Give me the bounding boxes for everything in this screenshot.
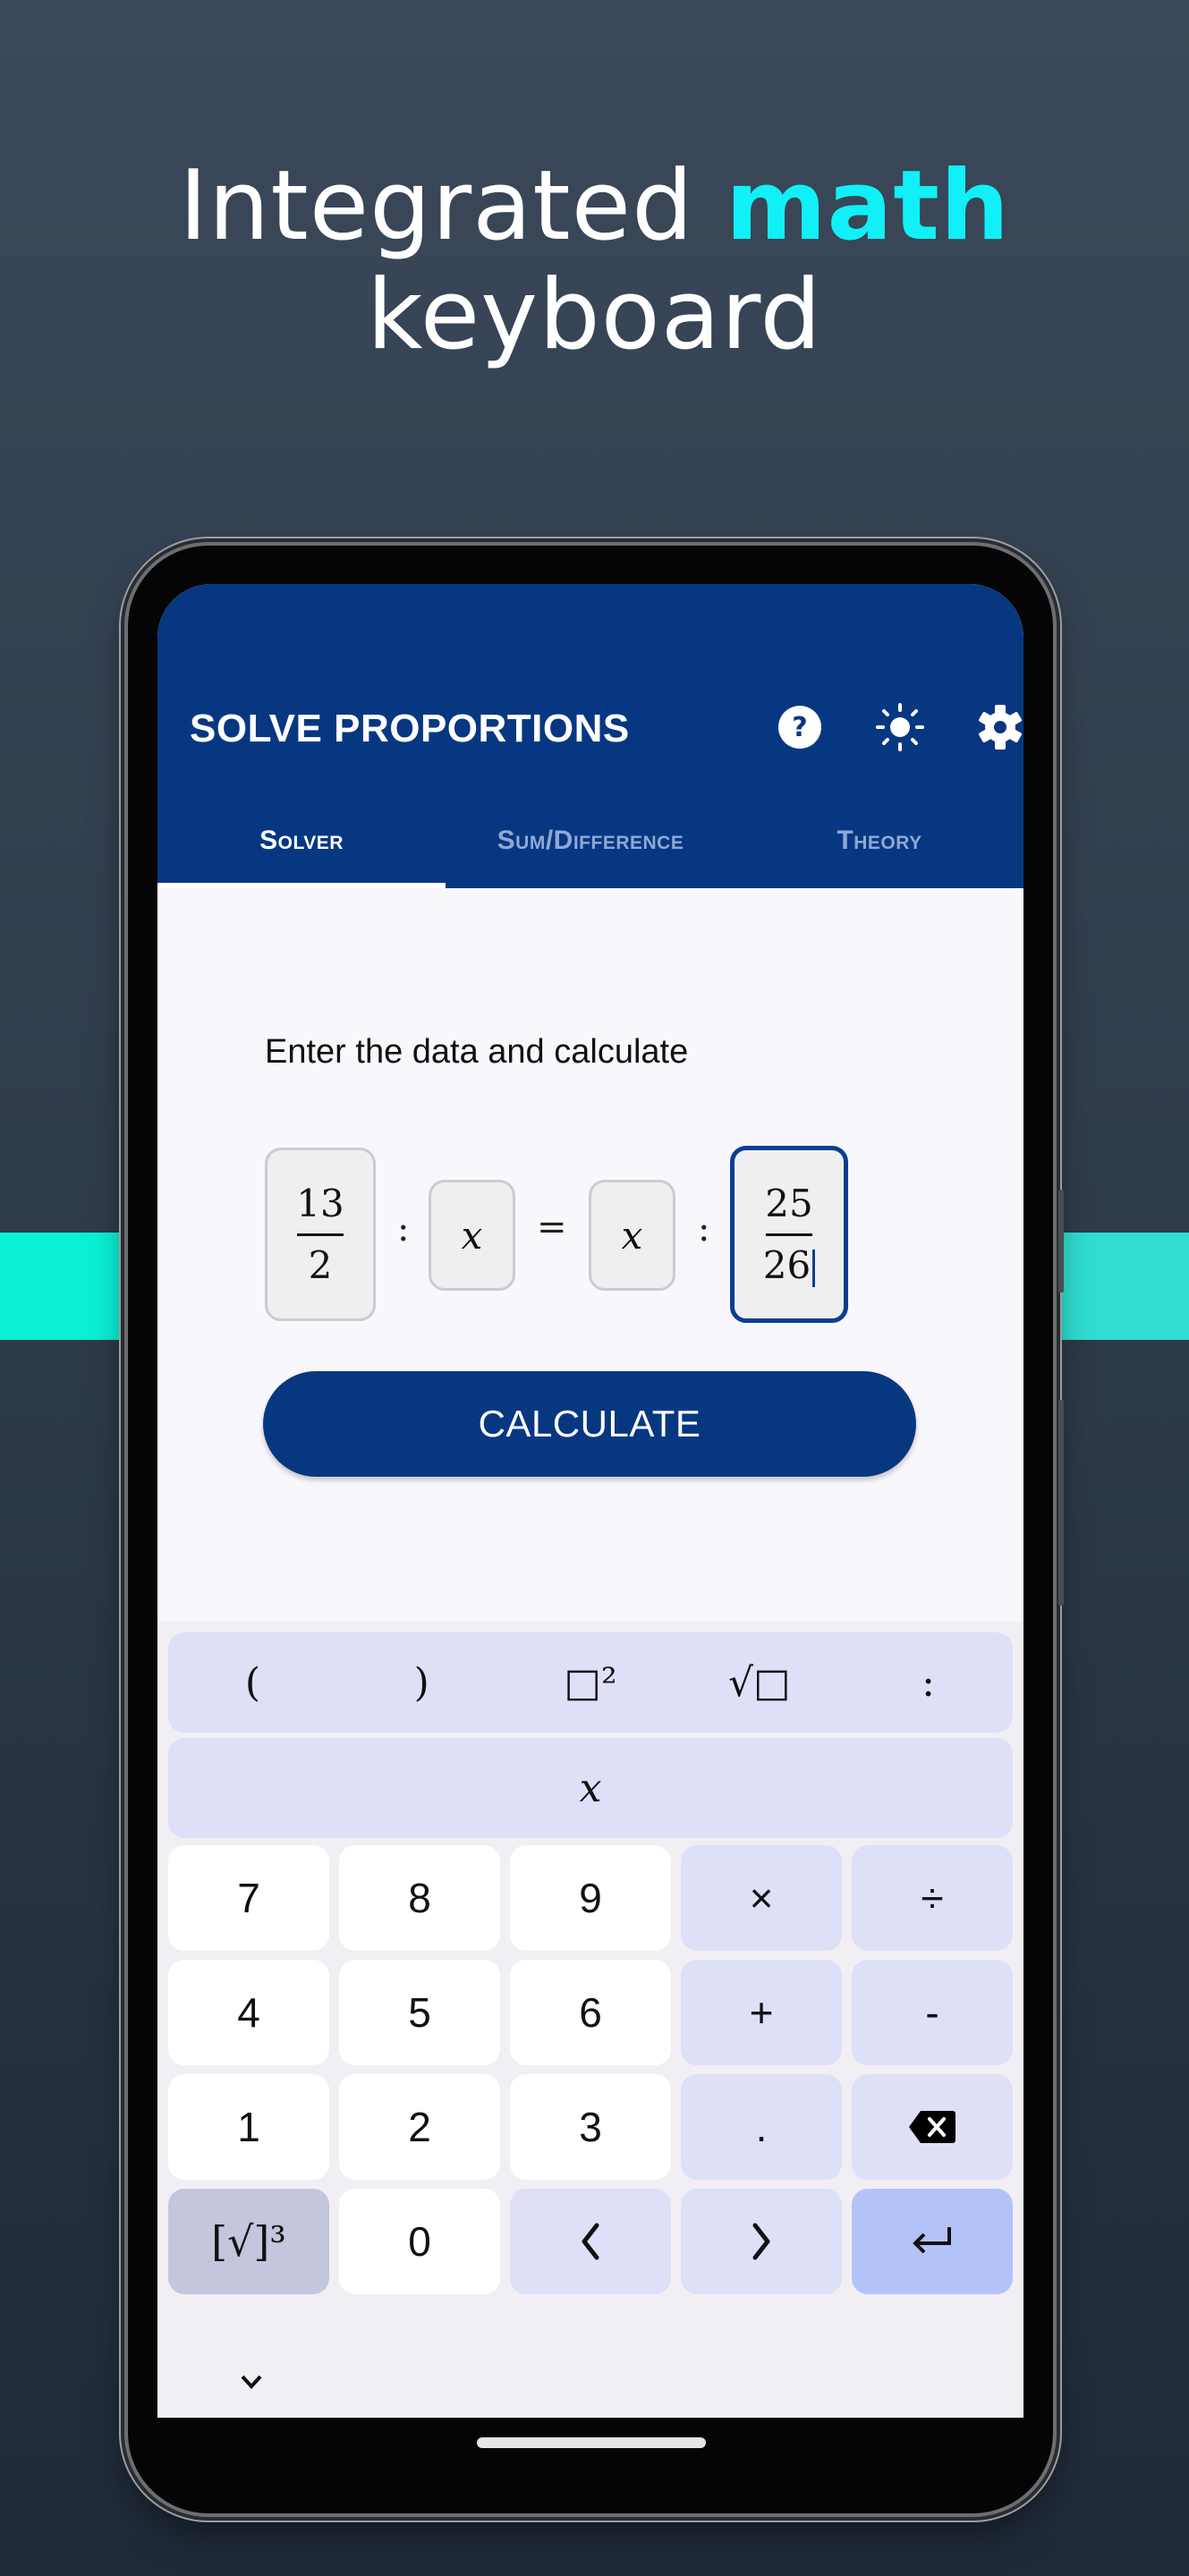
- collapse-keyboard-button[interactable]: [238, 2364, 265, 2399]
- tab-solver[interactable]: Solver: [157, 799, 446, 888]
- term-b-value: x: [461, 1213, 483, 1258]
- settings-icon[interactable]: [973, 700, 1023, 754]
- key-5[interactable]: 5: [339, 1960, 500, 2065]
- app-bar: SOLVE PROPORTIONS ? Solver Sum/Differenc…: [157, 584, 1023, 888]
- key-decimal[interactable]: .: [681, 2074, 842, 2180]
- tab-theory[interactable]: Theory: [735, 799, 1023, 888]
- enter-icon: [913, 2227, 951, 2254]
- volume-button: [1058, 1190, 1064, 1292]
- ratio-separator: :: [397, 1208, 410, 1250]
- term-d-numerator: 25: [765, 1181, 813, 1225]
- term-b-input[interactable]: x: [429, 1180, 515, 1291]
- key-plus[interactable]: +: [681, 1960, 842, 2065]
- term-d-denominator: 26: [762, 1242, 811, 1287]
- key-backspace[interactable]: [852, 2074, 1013, 2180]
- solver-panel: Enter the data and calculate 13 2 : x = …: [157, 888, 1023, 1747]
- term-c-value: x: [621, 1213, 643, 1258]
- key-6[interactable]: 6: [510, 1960, 671, 2065]
- key-1[interactable]: 1: [168, 2074, 329, 2180]
- term-a-input[interactable]: 13 2: [265, 1148, 376, 1321]
- math-keyboard: ( ) □² √□ : x 7 8 9 × ÷ 4 5 6 + - 1 2 3: [157, 1622, 1023, 2418]
- key-0[interactable]: 0: [339, 2189, 500, 2294]
- fraction-bar: [765, 1233, 812, 1236]
- tab-sum-difference[interactable]: Sum/Difference: [446, 799, 735, 888]
- brightness-icon[interactable]: [873, 700, 927, 754]
- symbol-row: ( ) □² √□ :: [168, 1632, 1013, 1733]
- key-open-paren[interactable]: (: [168, 1660, 337, 1706]
- term-a-numerator: 13: [296, 1181, 344, 1225]
- key-functions-toggle[interactable]: [√]³: [168, 2189, 329, 2294]
- app-screen: SOLVE PROPORTIONS ? Solver Sum/Differenc…: [157, 584, 1023, 2418]
- fraction-bar: [296, 1233, 344, 1236]
- headline: Integrated math keyboard: [0, 152, 1189, 370]
- key-9[interactable]: 9: [510, 1845, 671, 1951]
- text-cursor: [812, 1249, 816, 1287]
- tab-bar: Solver Sum/Difference Theory: [157, 799, 1023, 888]
- instruction-text: Enter the data and calculate: [265, 1033, 689, 1071]
- key-divide[interactable]: ÷: [852, 1845, 1013, 1951]
- chevron-right-icon: [752, 2223, 770, 2260]
- variable-row: x: [168, 1738, 1013, 1838]
- app-title: SOLVE PROPORTIONS: [190, 707, 630, 750]
- headline-line2: keyboard: [367, 259, 822, 371]
- help-icon[interactable]: ?: [773, 700, 827, 754]
- chevron-down-icon: [241, 2375, 262, 2389]
- key-square[interactable]: □²: [506, 1660, 675, 1706]
- headline-text: Integrated: [179, 150, 726, 262]
- power-button: [1058, 1400, 1064, 1606]
- phone-frame: SOLVE PROPORTIONS ? Solver Sum/Differenc…: [128, 546, 1064, 2513]
- decor-stripe-right: [1051, 1233, 1189, 1340]
- key-multiply[interactable]: ×: [681, 1845, 842, 1951]
- key-ratio[interactable]: :: [844, 1660, 1013, 1706]
- key-minus[interactable]: -: [852, 1960, 1013, 2065]
- key-x[interactable]: x: [168, 1766, 1013, 1811]
- key-sqrt[interactable]: √□: [675, 1660, 844, 1706]
- chevron-left-icon: [582, 2223, 599, 2260]
- term-a-denominator: 2: [308, 1242, 333, 1287]
- key-7[interactable]: 7: [168, 1845, 329, 1951]
- key-cursor-right[interactable]: [681, 2189, 842, 2294]
- term-d-input[interactable]: 25 26: [730, 1146, 848, 1323]
- equals-sign: =: [537, 1207, 567, 1248]
- backspace-icon: [909, 2111, 955, 2143]
- headline-accent: math: [725, 150, 1010, 262]
- svg-text:?: ?: [792, 712, 807, 743]
- key-3[interactable]: 3: [510, 2074, 671, 2180]
- key-8[interactable]: 8: [339, 1845, 500, 1951]
- ratio-separator: :: [698, 1208, 710, 1250]
- key-2[interactable]: 2: [339, 2074, 500, 2180]
- key-4[interactable]: 4: [168, 1960, 329, 2065]
- calculate-button[interactable]: CALCULATE: [263, 1371, 916, 1477]
- key-close-paren[interactable]: ): [337, 1660, 506, 1706]
- home-indicator[interactable]: [477, 2437, 706, 2448]
- term-c-input[interactable]: x: [589, 1180, 675, 1291]
- decor-stripe-left: [0, 1233, 130, 1340]
- key-cursor-left[interactable]: [510, 2189, 671, 2294]
- key-enter[interactable]: [852, 2189, 1013, 2294]
